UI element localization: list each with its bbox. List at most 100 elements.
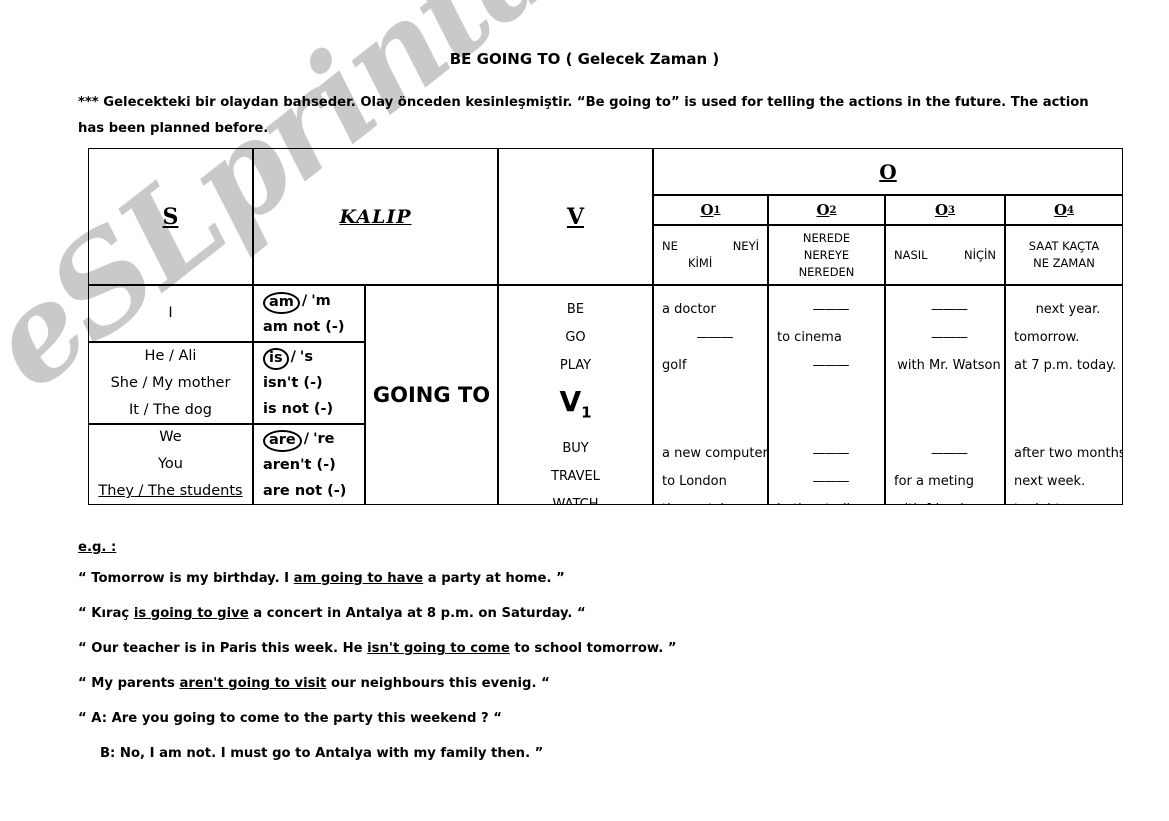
- o3-item: ———: [931, 302, 968, 317]
- header-o4: O4: [1005, 195, 1123, 225]
- verb-item: GO: [565, 330, 586, 345]
- o2-item: ———: [812, 446, 850, 461]
- subject-text: She / My mother: [110, 374, 231, 391]
- o3-item: for a meting: [894, 474, 974, 489]
- subject-text: I: [168, 305, 173, 321]
- header-o1-sub: 1: [713, 204, 721, 216]
- header-o4-sub: 4: [1067, 204, 1075, 216]
- subject-text: We: [159, 429, 182, 445]
- subject-text: He / Ali: [144, 347, 197, 364]
- aux-row-is: is /'s isn't (-) is not (-): [253, 342, 365, 424]
- examples-section: e.g. : “ Tomorrow is my birthday. I am g…: [78, 540, 1098, 781]
- subject-text: You: [158, 456, 183, 472]
- o4-item: at 7 p.m. today.: [1014, 358, 1117, 373]
- circled-am: am: [263, 291, 300, 314]
- header-o3-letter: O: [934, 201, 949, 219]
- header-verb: V: [498, 148, 653, 285]
- verb-item: TRAVEL: [551, 468, 600, 484]
- o1-item: golf: [662, 358, 687, 373]
- header-subject: S: [88, 148, 253, 285]
- qword-kimi: KİMİ: [688, 256, 713, 270]
- verb-item: WATCH: [552, 496, 599, 505]
- verb-base-form: V1: [559, 385, 592, 422]
- question-words-o4: SAAT KAÇTA NE ZAMAN: [1005, 225, 1123, 285]
- o4-item: next week.: [1014, 474, 1086, 489]
- o1-item: to London: [662, 474, 727, 489]
- o2-item: to cinema: [777, 330, 842, 345]
- o3-item: ———: [931, 330, 968, 345]
- example-sentence: “ My parents aren't going to visit our n…: [78, 676, 550, 691]
- object-column-o1: a doctor ——— golf a new computer to Lond…: [653, 285, 768, 505]
- aux-short-s: 's: [299, 349, 313, 365]
- o4-item: tonight.: [1014, 496, 1122, 504]
- object-column-o4: next year. tomorrow. at 7 p.m. today. af…: [1005, 285, 1123, 505]
- qword-nereden: NEREDEN: [798, 264, 855, 279]
- header-o2: O2: [768, 195, 885, 225]
- qword-ne-zaman: NE ZAMAN: [1033, 256, 1095, 270]
- subject-row-1: I: [88, 285, 253, 342]
- object-column-o2: ——— to cinema ——— ——— ——— in the stadium: [768, 285, 885, 505]
- o3-item: with friends: [894, 496, 1004, 504]
- header-o3-sub: 3: [948, 204, 956, 216]
- verb-item: BE: [566, 302, 585, 317]
- o4-item: next year.: [1035, 302, 1101, 317]
- question-words-o3: NASIL NİÇİN: [885, 225, 1005, 285]
- o2-item: ———: [812, 302, 850, 317]
- header-o1-letter: O: [700, 201, 714, 219]
- header-o3: O3: [885, 195, 1005, 225]
- qword-nasil: NASIL: [894, 247, 928, 262]
- header-object: O: [653, 148, 1123, 195]
- aux-row-am: am /'m am not (-): [253, 285, 365, 342]
- question-words-o2: NEREDE NEREYE NEREDEN: [768, 225, 885, 285]
- o1-item: the match: [662, 496, 767, 504]
- subject-row-2: He / Ali She / My mother It / The dog: [88, 342, 253, 424]
- example-dialogue-b: B: No, I am not. I must go to Antalya wi…: [100, 746, 544, 761]
- aux-negative-long: am not (-): [263, 318, 345, 335]
- aux-negative-short: isn't (-): [263, 375, 323, 391]
- qword-saat-kacta: SAAT KAÇTA: [1028, 239, 1100, 253]
- subject-row-3: We You They / The students: [88, 424, 253, 505]
- o1-item: ———: [696, 330, 734, 345]
- subject-text: It / The dog: [129, 401, 212, 418]
- example-sentence: “ Tomorrow is my birthday. I am going to…: [78, 571, 565, 586]
- o1-item: a new computer: [662, 446, 768, 461]
- header-o4-letter: O: [1053, 201, 1068, 219]
- verb-item: BUY: [562, 440, 589, 456]
- o1-item: a doctor: [662, 302, 716, 317]
- verb-column: BE GO PLAY V1 BUY TRAVEL WATCH: [498, 285, 653, 505]
- example-dialogue-a: “ A: Are you going to come to the party …: [78, 711, 502, 726]
- aux-row-are: are /'re aren't (-) are not (-): [253, 424, 365, 505]
- o2-item: in the stadium: [777, 496, 884, 504]
- o3-item: with Mr. Watson: [897, 358, 1001, 373]
- grammar-table: S KALIP V O O1 O2 O3 O4 NE NEYİ KİMİ NER…: [88, 148, 1123, 505]
- object-column-o3: ——— ——— with Mr. Watson ——— for a meting…: [885, 285, 1005, 505]
- o2-item: ———: [812, 358, 850, 373]
- intro-paragraph: *** Gelecekteki bir olaydan bahseder. Ol…: [78, 95, 1089, 136]
- aux-short-re: 're: [313, 430, 335, 447]
- qword-nerede: NEREDE: [802, 230, 851, 245]
- verb-item: PLAY: [559, 358, 592, 373]
- aux-negative-long: are not (-): [263, 482, 347, 499]
- page-title: BE GOING TO ( Gelecek Zaman ): [449, 50, 720, 68]
- going-to-cell: GOING TO: [365, 285, 498, 505]
- qword-neyi: NEYİ: [732, 239, 759, 253]
- qword-nicin: NİÇİN: [963, 247, 996, 262]
- header-o2-sub: 2: [829, 204, 837, 216]
- header-o1: O1: [653, 195, 768, 225]
- o3-item: ———: [931, 446, 968, 461]
- aux-negative-long: is not (-): [263, 401, 334, 417]
- examples-label: e.g. :: [78, 540, 117, 555]
- o4-item: tomorrow.: [1014, 330, 1080, 345]
- header-pattern: KALIP: [253, 148, 498, 285]
- o4-item: after two months.: [1014, 446, 1123, 461]
- question-words-o1: NE NEYİ KİMİ: [653, 225, 768, 285]
- example-sentence: “ Our teacher is in Paris this week. He …: [78, 641, 677, 656]
